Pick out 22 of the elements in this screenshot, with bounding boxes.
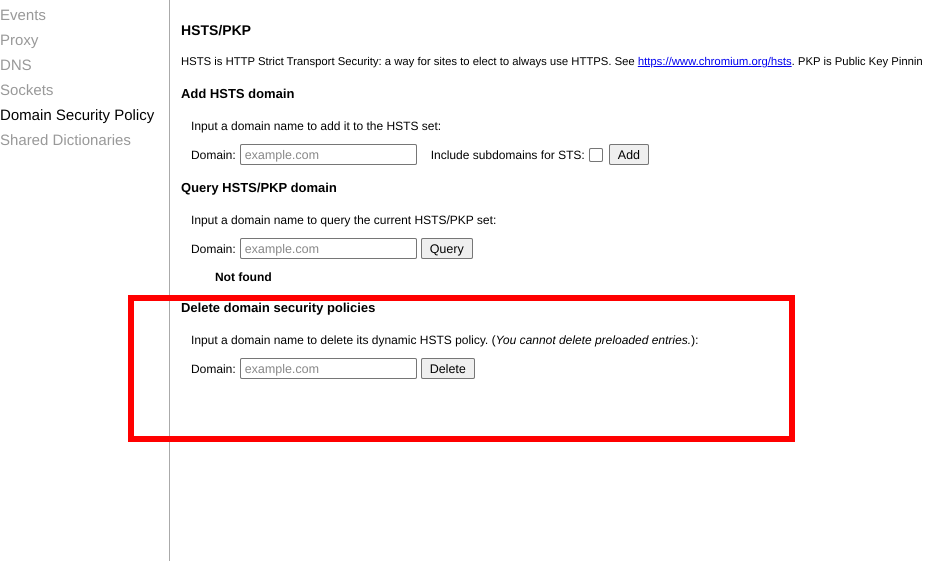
instruction-text: Input a domain name to add it to the HSTS set: [191, 118, 442, 134]
add-button[interactable]: Add [608, 144, 650, 165]
section-heading: Delete domain security policies [181, 300, 376, 316]
page-title: HSTS/PKP [181, 21, 252, 40]
field-label: Domain: [191, 362, 236, 376]
hsts-link[interactable]: https://www.chromium.org/hsts [638, 56, 792, 68]
query-button[interactable]: Query [420, 238, 473, 259]
query-result: Not found [215, 269, 273, 285]
domain-input[interactable]: example.com [240, 358, 417, 379]
instruction-text: Input a domain name to query the current HSTS/PKP set: [191, 212, 498, 228]
section-heading: Add HSTS domain [181, 86, 296, 102]
description-text: HSTS is HTTP Strict Transport Security: a way for sites to elect to always use HTTPS. See https://www.chromium.org/hsts. PKP is Public Key Pinnin [181, 55, 924, 70]
delete-button[interactable]: Delete [420, 358, 475, 379]
field-label: Domain: [191, 148, 236, 162]
checkbox-label: Include subdomains for STS: [430, 148, 585, 162]
section-heading: Query HSTS/PKP domain [181, 180, 338, 196]
subdomains-checkbox[interactable] [588, 148, 603, 162]
field-label: Domain: [191, 242, 236, 256]
domain-input[interactable]: example.com [240, 144, 417, 165]
sidebar-item[interactable]: Domain Security Policy [0, 103, 169, 128]
instruction-text: Input a domain name to delete its dynamic HSTS policy. (You cannot delete preloaded entries.): [191, 332, 700, 348]
domain-input[interactable]: example.com [240, 238, 417, 259]
